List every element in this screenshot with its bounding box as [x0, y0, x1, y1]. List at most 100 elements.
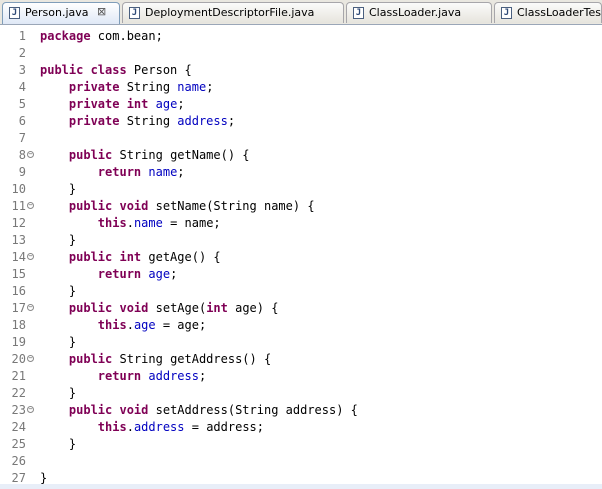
fold-toggle-icon[interactable]: −	[27, 355, 34, 362]
field-token: age	[155, 97, 178, 111]
fold-toggle-icon[interactable]: −	[27, 304, 34, 311]
text-token: }	[40, 437, 77, 451]
line-number: 16	[11, 284, 26, 298]
field-token: age	[133, 318, 156, 332]
code-line[interactable]: 14− public int getAge() {	[0, 249, 602, 266]
text-token: }	[40, 284, 77, 298]
code-line[interactable]: 16 }	[0, 283, 602, 300]
code-line[interactable]: 21 return address;	[0, 368, 602, 385]
code-line[interactable]: 26	[0, 453, 602, 470]
line-number: 22	[11, 386, 26, 400]
code-line[interactable]: 24 this.address = address;	[0, 419, 602, 436]
line-number: 10	[11, 182, 26, 196]
text-token: ;	[177, 165, 185, 179]
code-line[interactable]: 25 }	[0, 436, 602, 453]
code-text: }	[40, 334, 76, 351]
code-text: private String address;	[40, 113, 235, 130]
field-token: name	[133, 216, 163, 230]
tab-classloadertest-java[interactable]: J ClassLoaderTes	[494, 2, 602, 23]
code-line[interactable]: 18 this.age = age;	[0, 317, 602, 334]
line-number: 12	[11, 216, 26, 230]
code-line[interactable]: 19 }	[0, 334, 602, 351]
text-token: ;	[206, 80, 214, 94]
code-line[interactable]: 22 }	[0, 385, 602, 402]
line-number: 20	[11, 352, 26, 366]
code-line[interactable]: 9 return name;	[0, 164, 602, 181]
code-text: return name;	[40, 164, 185, 181]
code-line[interactable]: 10 }	[0, 181, 602, 198]
text-token: setAddress(String address) {	[148, 403, 358, 417]
line-number: 13	[11, 233, 26, 247]
code-line[interactable]: 2	[0, 45, 602, 62]
horizontal-scrollbar[interactable]	[0, 484, 602, 489]
field-token: name	[177, 80, 207, 94]
code-line[interactable]: 12 this.name = name;	[0, 215, 602, 232]
code-text: return address;	[40, 368, 206, 385]
line-number: 1	[18, 29, 26, 43]
text-token: }	[40, 233, 77, 247]
line-number: 26	[11, 454, 26, 468]
close-icon[interactable]: ⊠	[97, 5, 106, 18]
code-line[interactable]: 4 private String name;	[0, 79, 602, 96]
text-token: age) {	[227, 301, 279, 315]
tab-classloader-java[interactable]: J ClassLoader.java	[346, 2, 492, 23]
code-line[interactable]: 6 private String address;	[0, 113, 602, 130]
field-token: age	[148, 267, 171, 281]
code-text: }	[40, 232, 76, 249]
line-number: 11	[11, 199, 26, 213]
keyword-token: private	[68, 80, 120, 94]
code-text: private int age;	[40, 96, 185, 113]
keyword-token: package	[40, 29, 91, 43]
line-number: 21	[11, 369, 26, 383]
java-file-icon: J	[501, 7, 512, 19]
line-number: 3	[18, 63, 26, 77]
text-token: com.bean;	[90, 29, 163, 43]
line-number: 2	[18, 46, 26, 60]
line-number: 4	[18, 80, 26, 94]
editor-tab-bar: J Person.java ⊠ J DeploymentDescriptorFi…	[0, 0, 602, 25]
tab-deploymentdescriptorfile-java[interactable]: J DeploymentDescriptorFile.java	[122, 2, 344, 23]
code-text: this.age = age;	[40, 317, 206, 334]
text-token: String	[119, 80, 178, 94]
code-line[interactable]: 1 package com.bean;	[0, 28, 602, 45]
text-token: }	[40, 386, 77, 400]
keyword-token: public	[68, 148, 113, 162]
code-line[interactable]: 11− public void setName(String name) {	[0, 198, 602, 215]
code-text: this.address = address;	[40, 419, 264, 436]
code-text: public void setName(String name) {	[40, 198, 315, 215]
code-line[interactable]: 20− public String getAddress() {	[0, 351, 602, 368]
line-number: 5	[18, 97, 26, 111]
fold-toggle-icon[interactable]: −	[27, 202, 34, 209]
keyword-token: this	[97, 216, 127, 230]
tab-person-java[interactable]: J Person.java ⊠	[2, 2, 120, 24]
code-editor[interactable]: 1 package com.bean; 2 3 public class Person …	[0, 25, 602, 489]
code-line[interactable]: 13 }	[0, 232, 602, 249]
code-line[interactable]: 17− public void setAge(int age) {	[0, 300, 602, 317]
fold-toggle-icon[interactable]: −	[27, 253, 34, 260]
code-line[interactable]: 8− public String getName() {	[0, 147, 602, 164]
fold-toggle-icon[interactable]: −	[27, 151, 34, 158]
field-token: name	[148, 165, 178, 179]
text-token: }	[40, 182, 77, 196]
code-text: public int getAge() {	[40, 249, 221, 266]
fold-toggle-icon[interactable]: −	[27, 406, 34, 413]
line-number: 8	[18, 148, 26, 162]
text-token: .	[126, 216, 134, 230]
code-text: public void setAge(int age) {	[40, 300, 279, 317]
code-line[interactable]: 7	[0, 130, 602, 147]
keyword-token: public void	[68, 199, 149, 213]
code-line[interactable]: 15 return age;	[0, 266, 602, 283]
code-line[interactable]: 5 private int age;	[0, 96, 602, 113]
code-text: private String name;	[40, 79, 214, 96]
line-number: 17	[11, 301, 26, 315]
code-line[interactable]: 23− public void setAddress(String addres…	[0, 402, 602, 419]
text-token: String getName() {	[112, 148, 250, 162]
code-line[interactable]: 3 public class Person {	[0, 62, 602, 79]
